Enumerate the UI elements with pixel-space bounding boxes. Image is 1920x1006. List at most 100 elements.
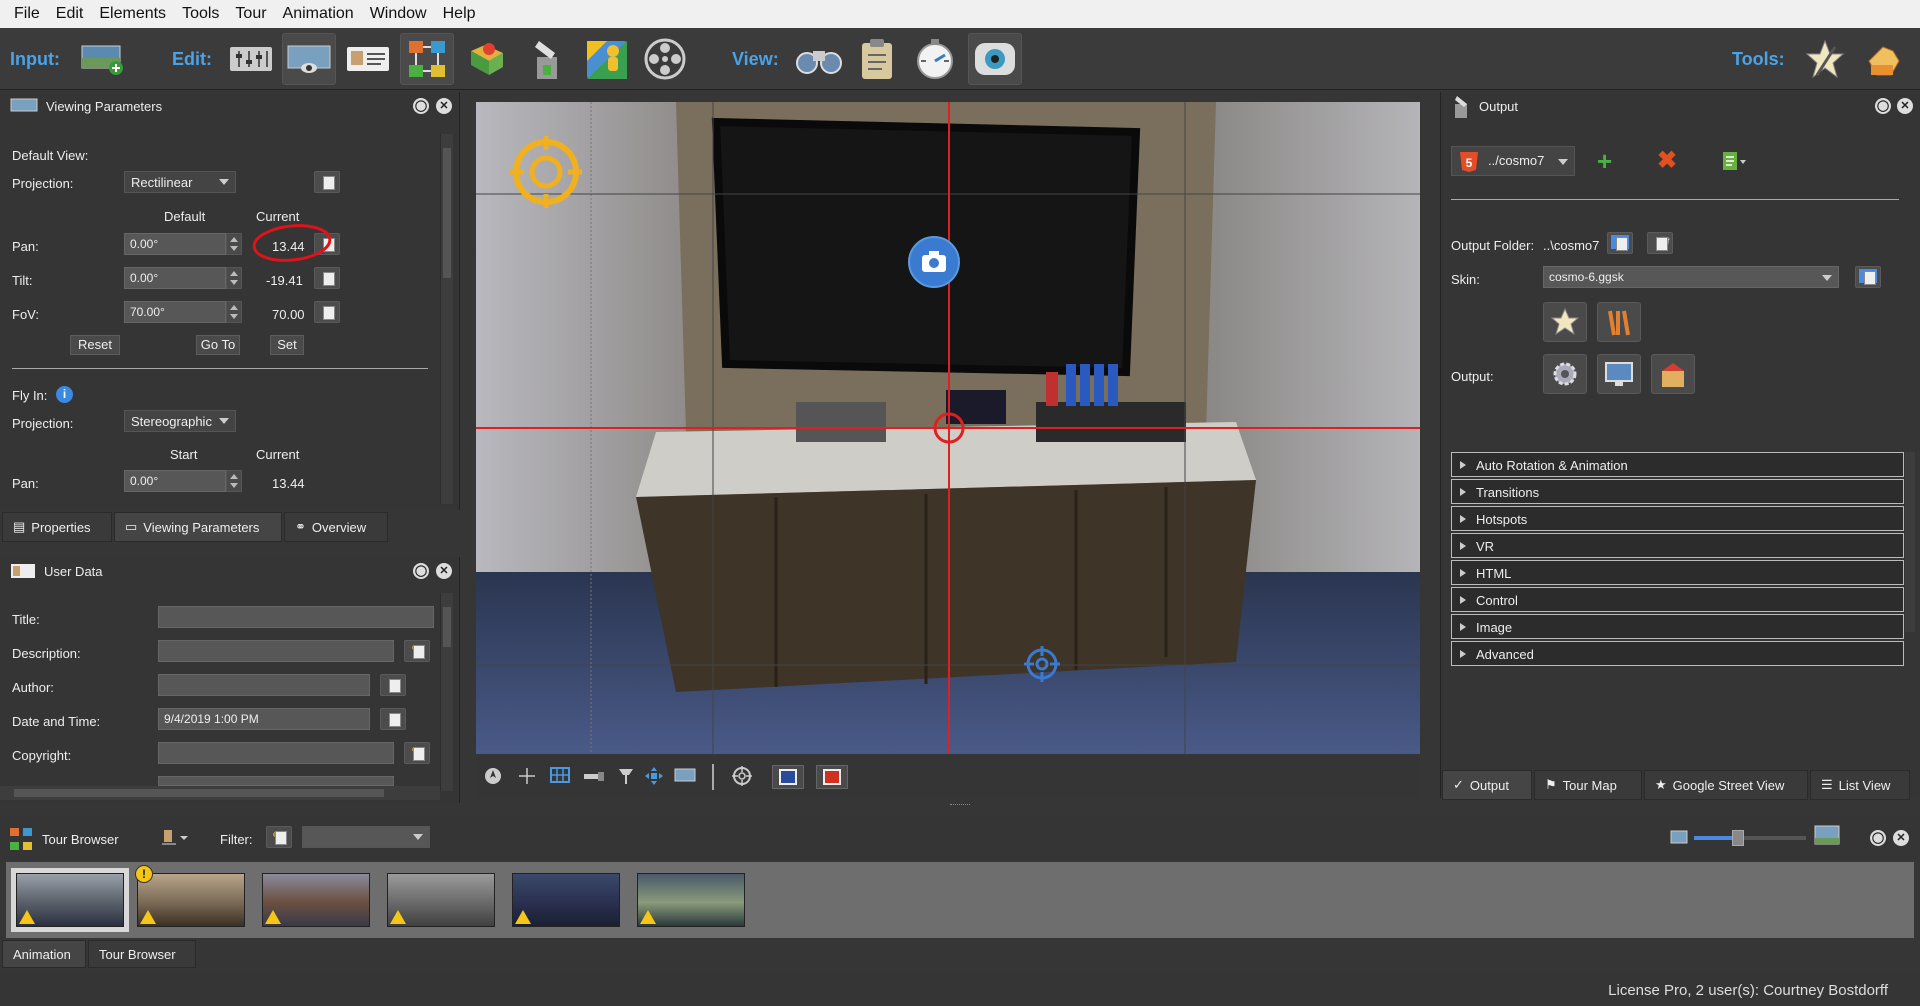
menu-elements[interactable]: Elements [91, 5, 174, 23]
tab-animation[interactable]: Animation [2, 940, 86, 968]
skin-editor-button[interactable] [520, 33, 574, 85]
red-color-button[interactable] [816, 765, 848, 789]
tab-tour-browser[interactable]: Tour Browser [88, 940, 196, 968]
author-input[interactable] [158, 674, 370, 696]
float-panel-icon[interactable]: ◯ [413, 98, 429, 114]
browse-skin-button[interactable] [1855, 266, 1881, 288]
tab-output[interactable]: ✓ Output [1442, 770, 1532, 800]
menu-edit[interactable]: Edit [48, 5, 92, 23]
add-output-icon[interactable]: + [1597, 148, 1633, 174]
skin-tools-button[interactable] [1597, 302, 1641, 342]
user-data-float-icon[interactable]: ◯ [413, 563, 429, 579]
edit-copyright-button[interactable]: ✎ [404, 742, 430, 764]
section-html[interactable]: HTML [1451, 560, 1904, 585]
pan-spinner[interactable] [226, 233, 242, 255]
floor-plan-button[interactable] [460, 33, 514, 85]
ruler-icon[interactable] [582, 766, 606, 786]
tour-browser-float-icon[interactable]: ◯ [1870, 830, 1886, 846]
menu-help[interactable]: Help [435, 5, 484, 23]
animation-button[interactable] [638, 33, 692, 85]
thumbnail-size-slider[interactable] [1694, 830, 1806, 846]
skin-select[interactable]: cosmo-6.ggsk [1543, 266, 1839, 288]
copy-author-button[interactable] [380, 674, 406, 696]
default-view-hotspot-icon[interactable] [508, 134, 584, 210]
next-field-input[interactable] [158, 776, 394, 786]
duplicate-output-icon[interactable] [1721, 150, 1751, 174]
slider-handle[interactable] [1732, 830, 1744, 846]
preview-button[interactable] [908, 33, 962, 85]
section-vr[interactable]: VR [1451, 533, 1904, 558]
hscroll-thumb[interactable] [14, 789, 384, 797]
viewing-parameters-scrollbar[interactable] [440, 134, 453, 504]
drag-tool-button[interactable] [1856, 33, 1910, 85]
tilt-spinner[interactable] [226, 267, 242, 289]
user-data-close-icon[interactable]: ✕ [436, 563, 452, 579]
fly-pan-spinner[interactable] [226, 470, 242, 492]
section-image[interactable]: Image [1451, 614, 1904, 639]
title-input[interactable] [158, 606, 434, 628]
section-hotspots[interactable]: Hotspots [1451, 506, 1904, 531]
output-scrollbar[interactable] [1905, 452, 1915, 632]
tilt-default-input[interactable]: 0.00° [124, 267, 226, 289]
sort-button[interactable] [160, 826, 192, 850]
crosshair-toggle-icon[interactable] [516, 766, 538, 786]
panorama-thumbnail[interactable] [11, 868, 129, 932]
user-data-button[interactable] [341, 33, 395, 85]
menu-file[interactable]: File [6, 5, 48, 23]
panorama-thumbnail[interactable] [387, 873, 495, 927]
copyright-input[interactable] [158, 742, 394, 764]
output-target-select[interactable]: 5 ../cosmo7 [1451, 146, 1575, 176]
move-icon[interactable] [642, 766, 666, 786]
remove-output-icon[interactable]: ✖ [1657, 149, 1693, 174]
info-icon[interactable]: i [56, 386, 73, 403]
scroll-thumb[interactable] [443, 148, 451, 278]
section-transitions[interactable]: Transitions [1451, 479, 1904, 504]
blue-color-button[interactable] [772, 765, 804, 789]
set-button[interactable]: Set [270, 335, 304, 355]
properties-button[interactable] [224, 33, 278, 85]
filter-select[interactable] [302, 826, 430, 848]
section-auto-rotation[interactable]: Auto Rotation & Animation [1451, 452, 1904, 477]
skin-wizard-button[interactable] [1543, 302, 1587, 342]
tab-google-street-view[interactable]: ★ Google Street View [1644, 770, 1808, 800]
output-package-button[interactable] [1651, 354, 1695, 394]
tour-check-button[interactable] [850, 33, 904, 85]
wizard-tool-button[interactable] [1798, 33, 1852, 85]
camera-hotspot-icon[interactable] [908, 236, 960, 288]
menu-window[interactable]: Window [362, 5, 435, 23]
menu-animation[interactable]: Animation [275, 5, 362, 23]
delete-folder-button[interactable]: 🗑 [1647, 232, 1673, 254]
pan-default-input[interactable]: 0.00° [124, 233, 226, 255]
fly-pan-start-input[interactable]: 0.00° [124, 470, 226, 492]
tab-viewing-parameters[interactable]: ▭ Viewing Parameters [114, 512, 282, 542]
fov-spinner[interactable] [226, 301, 242, 323]
tab-properties[interactable]: ▤ Properties [2, 512, 112, 542]
overview-button[interactable] [792, 33, 846, 85]
goto-button[interactable]: Go To [196, 335, 240, 355]
target-mode-icon[interactable] [730, 766, 754, 786]
panorama-thumbnail[interactable] [137, 873, 245, 927]
add-panorama-button[interactable] [76, 33, 130, 85]
panorama-mode-icon[interactable] [672, 766, 698, 786]
tab-tour-map[interactable]: ⚑ Tour Map [1534, 770, 1642, 800]
tripod-icon[interactable] [614, 766, 638, 786]
output-preview-button[interactable] [1597, 354, 1641, 394]
tab-overview[interactable]: ⚭ Overview [284, 512, 388, 542]
reset-button[interactable]: Reset [70, 335, 120, 355]
edit-description-button[interactable]: ✎ [404, 640, 430, 662]
tour-browser-close-icon[interactable]: ✕ [1893, 830, 1909, 846]
panorama-thumbnail[interactable] [637, 873, 745, 927]
splitter-handle[interactable] [950, 804, 970, 807]
description-input[interactable] [158, 640, 394, 662]
copy-projection-button[interactable] [314, 171, 340, 193]
copy-tilt-button[interactable] [314, 267, 340, 289]
grid-icon[interactable] [548, 766, 574, 786]
panorama-viewport[interactable] [476, 102, 1420, 754]
menu-tour[interactable]: Tour [227, 5, 274, 23]
viewing-parameters-button[interactable] [282, 33, 336, 85]
google-street-view-button[interactable] [580, 33, 634, 85]
section-control[interactable]: Control [1451, 587, 1904, 612]
copy-datetime-button[interactable] [380, 708, 406, 730]
panorama-thumbnail[interactable] [512, 873, 620, 927]
fly-projection-select[interactable]: Stereographic [124, 410, 236, 432]
